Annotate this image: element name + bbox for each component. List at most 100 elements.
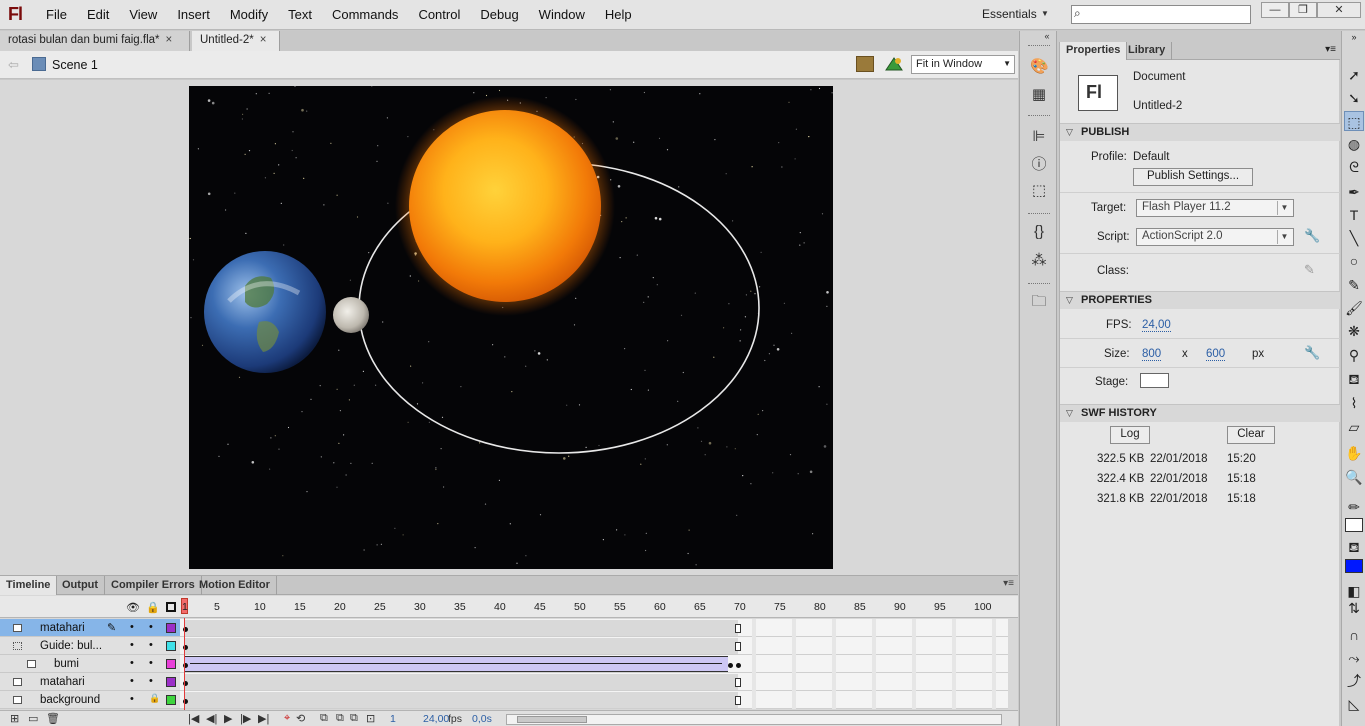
lock-icon[interactable]: 🔒 [146,601,160,614]
edit-symbols-icon[interactable] [856,56,874,72]
clear-button[interactable]: Clear [1227,426,1275,444]
lock-toggle[interactable]: • [149,639,153,651]
visibility-toggle[interactable]: • [130,693,134,705]
frame-number[interactable]: 70 [734,601,746,613]
align-icon[interactable]: ⊫ [1030,127,1048,145]
publish-section-header[interactable]: ▽ PUBLISH [1060,123,1340,141]
layer-outline-color[interactable] [166,677,176,687]
end-frame-marker[interactable] [735,624,741,633]
tab-untitled-2[interactable]: Untitled-2* × [192,31,280,51]
properties-section-header[interactable]: ▽ PROPERTIES [1060,291,1340,309]
first-frame-button[interactable]: |◀ [188,712,199,725]
last-frame-button[interactable]: ▶| [258,712,269,725]
frame-number[interactable]: 80 [814,601,826,613]
swap-colors-icon[interactable]: ⇅ [1344,598,1364,618]
back-arrow-icon[interactable]: ⇦ [8,57,19,73]
fill-color-swatch[interactable] [1345,559,1363,573]
pencil-tool-icon[interactable]: ✎ [1344,275,1364,295]
frame-number[interactable]: 30 [414,601,426,613]
close-icon[interactable]: × [166,34,173,46]
subselection-tool-icon[interactable]: ➘ [1344,88,1364,108]
layer-name-cell[interactable]: background • 🔒 [0,691,180,709]
script-select[interactable]: ActionScript 2.0 ▼ [1136,228,1294,246]
panel-menu-icon[interactable]: ▾≡ [1325,44,1336,55]
layer-name-cell[interactable]: Guide: bul... • • [0,637,180,655]
play-button[interactable]: ▶ [224,712,232,725]
layer-frames[interactable] [180,619,1008,637]
visibility-toggle[interactable]: • [130,621,134,633]
stage-width[interactable]: 800 [1142,348,1162,361]
tab-timeline[interactable]: Timeline [0,576,58,595]
menu-help[interactable]: Help [595,0,642,30]
frame-number[interactable]: 20 [334,601,346,613]
end-frame-marker[interactable] [735,642,741,651]
lock-toggle[interactable]: • [149,675,153,687]
keyframe-marker[interactable] [728,663,733,668]
swf-history-section-header[interactable]: ▽ SWF HISTORY [1060,404,1340,422]
frame-span[interactable] [184,638,738,654]
code-snippets-icon[interactable]: {} [1030,223,1048,241]
smooth-icon[interactable]: ⤳ [1344,648,1364,668]
visibility-toggle[interactable]: • [130,675,134,687]
info-icon[interactable]: ⓘ [1030,153,1048,173]
layer-name-cell[interactable]: matahari • • [0,673,180,691]
frame-number[interactable]: 15 [294,601,306,613]
tab-properties[interactable]: Properties [1060,42,1128,60]
text-tool-icon[interactable]: T [1344,205,1364,225]
timeline-layer-row[interactable]: matahari • • [0,673,1008,691]
stage-color-swatch[interactable] [1140,373,1169,388]
stage[interactable] [189,86,833,569]
publish-settings-button[interactable]: Publish Settings... [1133,168,1253,186]
menu-window[interactable]: Window [529,0,595,30]
layer-frames[interactable] [180,637,1008,655]
chevron-down-icon[interactable]: ▼ [1041,9,1049,18]
tab-rotasi-document[interactable]: rotasi bulan dan bumi faig.fla* × [0,31,190,51]
menu-control[interactable]: Control [408,0,470,30]
deco-tool-icon[interactable]: ❋ [1344,321,1364,341]
frame-number[interactable]: 95 [934,601,946,613]
layer-outline-color[interactable] [166,695,176,705]
frame-number[interactable]: 65 [694,601,706,613]
visibility-toggle[interactable]: • [130,657,134,669]
bone-tool-icon[interactable]: ⚲ [1344,345,1364,365]
layer-name[interactable]: Guide: bul... [40,640,102,652]
components-icon[interactable]: ⁂ [1030,251,1048,269]
new-layer-icon[interactable]: ⊞ [10,712,19,725]
tab-output[interactable]: Output [56,576,106,595]
frame-number[interactable]: 1 [182,601,188,613]
layer-frames[interactable] [180,691,1008,709]
layer-name-cell[interactable]: bumi • • [0,655,180,673]
zoom-tool-icon[interactable]: 🔍 [1344,467,1364,487]
eraser-tool-icon[interactable]: ▱ [1344,417,1364,437]
frame-number[interactable]: 25 [374,601,386,613]
onion-outline-icon[interactable]: ⧉ [336,712,344,725]
frame-number[interactable]: 40 [494,601,506,613]
eyedropper-tool-icon[interactable]: ⌇ [1344,393,1364,413]
edit-multiple-frames-icon[interactable]: ⧉ [350,712,358,725]
menu-commands[interactable]: Commands [322,0,408,30]
restore-button[interactable]: ❐ [1289,2,1317,18]
frame-number[interactable]: 45 [534,601,546,613]
brush-tool-icon[interactable]: 🖌 [1344,298,1364,318]
timeline-scrollbar[interactable] [506,714,1002,725]
end-frame-marker[interactable] [735,678,741,687]
frame-number[interactable]: 75 [774,601,786,613]
frame-number[interactable]: 35 [454,601,466,613]
delete-layer-icon[interactable]: 🗑 [46,712,60,725]
timeline-layer-row[interactable]: background • 🔒 [0,691,1008,709]
close-window-button[interactable]: ✕ [1317,2,1361,18]
expand-arrows-icon[interactable]: » [1344,31,1364,43]
panel-menu-icon[interactable]: ▾≡ [1003,578,1014,589]
lock-icon[interactable]: 🔒 [149,693,160,704]
close-icon[interactable]: × [260,34,267,46]
layer-outline-color[interactable] [166,641,176,651]
frame-span[interactable] [184,656,728,672]
onion-skin-icon[interactable]: ⧉ [320,712,328,725]
paint-bucket-tool-icon[interactable]: ⛾ [1344,369,1364,389]
layer-name[interactable]: matahari [40,676,85,688]
layer-name-cell[interactable]: matahari ✎ • • [0,619,180,637]
fps-value[interactable]: 24,00 [1142,319,1171,332]
tab-motion-editor[interactable]: Motion Editor [193,576,277,595]
eye-icon[interactable]: 👁 [126,601,140,614]
frame-number[interactable]: 85 [854,601,866,613]
